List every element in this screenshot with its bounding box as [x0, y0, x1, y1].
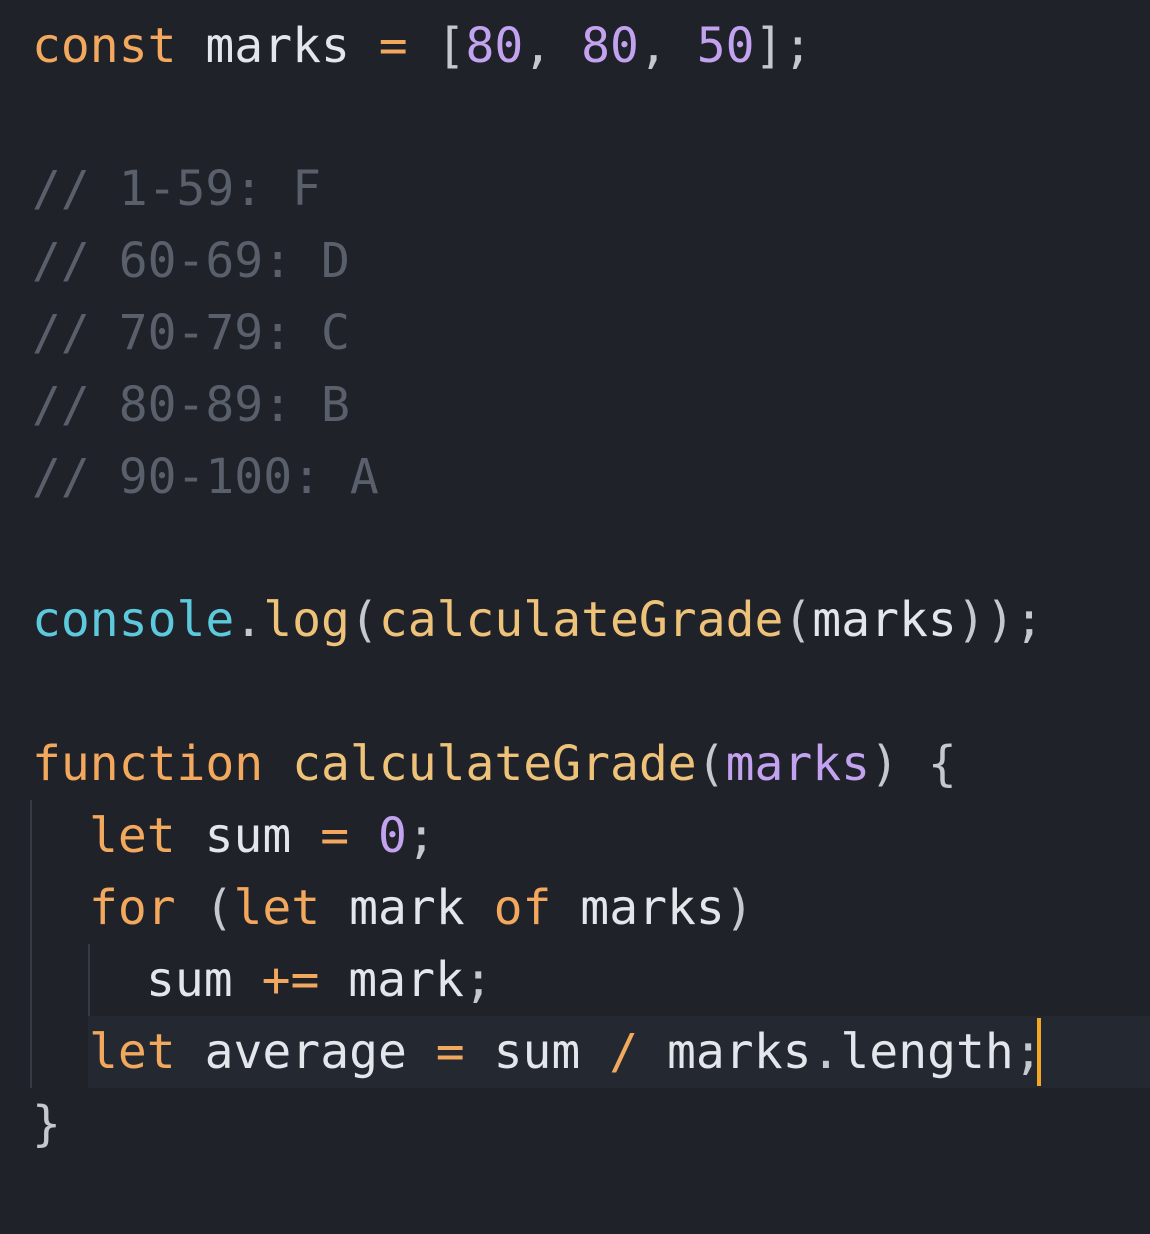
code-token: 50 — [696, 18, 755, 74]
code-editor[interactable]: const marks = [80, 80, 50]; // 1-59: F /… — [0, 0, 1150, 1234]
indent-guide-for-body — [88, 944, 90, 1016]
code-token: , — [638, 18, 697, 74]
code-token: / — [609, 1024, 639, 1080]
code-token: for — [89, 880, 176, 936]
code-token: ( — [783, 592, 813, 648]
code-token: let — [89, 808, 176, 864]
code-token: let — [89, 1024, 176, 1080]
code-token: calculateGrade — [292, 736, 697, 792]
code-token: = — [320, 808, 350, 864]
code-token: marks — [725, 736, 871, 792]
code-token: function — [32, 736, 264, 792]
code-token: log — [263, 592, 350, 648]
code-token: 0 — [378, 808, 407, 864]
code-line[interactable]: // 80-89: B — [32, 369, 350, 441]
code-token: ]; — [754, 18, 813, 74]
code-token: marks — [812, 592, 957, 648]
code-token: ( — [696, 736, 726, 792]
code-token: mark — [319, 952, 464, 1008]
code-line[interactable]: // 70-79: C — [32, 297, 350, 369]
code-token: marks — [638, 1024, 812, 1080]
code-line[interactable]: console.log(calculateGrade(marks)); — [32, 584, 1044, 656]
code-token: const — [32, 18, 177, 74]
code-line[interactable]: let sum = 0; — [89, 800, 436, 872]
code-line[interactable]: // 90-100: A — [32, 441, 379, 513]
code-token: sum — [146, 952, 262, 1008]
code-token: marks — [176, 18, 379, 74]
code-token: += — [261, 952, 320, 1008]
code-line[interactable]: sum += mark; — [146, 944, 493, 1016]
code-token: ( — [349, 592, 379, 648]
code-token: console — [32, 592, 235, 648]
indent-guide-function-body — [30, 800, 32, 1088]
code-token: 80 — [581, 18, 639, 74]
code-token: // 60-69: D — [32, 233, 350, 289]
code-line[interactable]: let average = sum / marks.length; — [89, 1016, 1043, 1088]
code-token: ) { — [870, 736, 957, 792]
code-token: marks — [551, 880, 725, 936]
code-token: 80 — [465, 18, 524, 74]
code-token: sum — [464, 1024, 610, 1080]
code-line[interactable]: for (let mark of marks) — [89, 872, 754, 944]
code-token: // 1-59: F — [32, 161, 321, 217]
code-token: [ — [407, 18, 466, 74]
code-token: ; — [406, 808, 436, 864]
code-token: . — [234, 592, 264, 648]
code-token: mark — [320, 880, 494, 936]
code-token: sum — [175, 808, 321, 864]
code-token: = — [435, 1024, 465, 1080]
code-token: ) — [724, 880, 754, 936]
code-token: of — [493, 880, 552, 936]
code-token: average — [175, 1024, 436, 1080]
code-token: calculateGrade — [378, 592, 784, 648]
code-token: ; — [463, 952, 493, 1008]
text-cursor — [1037, 1018, 1041, 1086]
code-line[interactable]: } — [32, 1088, 61, 1160]
code-line[interactable]: // 60-69: D — [32, 225, 350, 297]
code-line[interactable]: function calculateGrade(marks) { — [32, 728, 957, 800]
code-token: let — [233, 880, 321, 936]
code-token: ( — [175, 880, 234, 936]
code-token: = — [378, 18, 408, 74]
code-token: } — [32, 1096, 61, 1152]
code-line[interactable]: // 1-59: F — [32, 153, 321, 225]
code-token: , — [523, 18, 582, 74]
code-line[interactable]: const marks = [80, 80, 50]; — [32, 10, 812, 82]
code-token: // 90-100: A — [32, 449, 379, 505]
code-token: . — [811, 1024, 841, 1080]
code-token: // 70-79: C — [32, 305, 350, 361]
code-token: // 80-89: B — [32, 377, 350, 433]
code-token: length — [840, 1024, 1014, 1080]
code-token: )); — [956, 592, 1044, 648]
